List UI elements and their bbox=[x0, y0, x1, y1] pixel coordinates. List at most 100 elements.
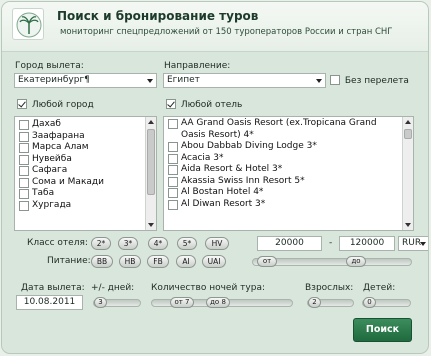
meal-label: Питание: bbox=[47, 256, 91, 266]
logo bbox=[12, 8, 44, 40]
checkbox[interactable] bbox=[19, 143, 29, 153]
header: Поиск и бронирование туров мониторинг сп… bbox=[2, 2, 428, 52]
scroll-down-icon[interactable] bbox=[146, 220, 156, 230]
city-item[interactable]: Хургада bbox=[15, 200, 144, 212]
no-flight-checkbox[interactable]: Без перелета bbox=[330, 75, 409, 86]
hotel-list-scrollbar[interactable] bbox=[402, 117, 413, 230]
city-item[interactable]: Таба bbox=[15, 188, 144, 200]
checkbox[interactable] bbox=[17, 99, 27, 109]
tour-search-widget: Поиск и бронирование туров мониторинг сп… bbox=[1, 1, 429, 354]
departure-label: Город вылета: bbox=[15, 61, 84, 71]
date-label: Дата вылета: bbox=[21, 283, 85, 293]
hotel-item-label: Al Diwan Resort 3* bbox=[181, 198, 266, 209]
city-item[interactable]: Сома и Макади bbox=[15, 177, 144, 189]
hotel-item-label: Abou Dabbab Diving Lodge 3* bbox=[181, 141, 317, 151]
checkbox[interactable] bbox=[168, 188, 178, 198]
checkbox[interactable] bbox=[19, 189, 29, 199]
page-subtitle: мониторинг спецпредложений от 150 туропе… bbox=[60, 27, 393, 37]
hotel-item-label: AA Grand Oasis Resort (ex.Tropicana Gran… bbox=[181, 118, 377, 140]
any-hotel-label: Любой отель bbox=[180, 99, 243, 110]
meal-hb-button[interactable]: HB bbox=[119, 255, 141, 268]
currency-select[interactable]: RUR bbox=[398, 236, 428, 251]
hotel-class-label: Класс отеля: bbox=[27, 238, 88, 248]
meal-bb-button[interactable]: BB bbox=[91, 255, 113, 268]
chevron-down-icon bbox=[316, 79, 322, 83]
hotel-list[interactable]: AA Grand Oasis Resort (ex.Tropicana Gran… bbox=[163, 116, 414, 231]
hotel-item[interactable]: Aida Resort & Hotel 3* bbox=[164, 164, 401, 176]
nights-from-handle[interactable]: от 7 bbox=[170, 297, 194, 308]
hotel-item-label: Acacia 3* bbox=[181, 152, 224, 163]
scrollbar-thumb[interactable] bbox=[147, 129, 155, 195]
nights-label: Количество ночей тура: bbox=[151, 283, 265, 293]
city-item-label: Нувейба bbox=[32, 153, 72, 164]
scroll-down-icon[interactable] bbox=[403, 220, 413, 230]
city-list-scrollbar[interactable] bbox=[145, 117, 156, 230]
class-5-button[interactable]: 5* bbox=[177, 237, 197, 250]
hotel-item[interactable]: AA Grand Oasis Resort (ex.Tropicana Gran… bbox=[164, 118, 401, 141]
city-item[interactable]: Заафарана bbox=[15, 131, 144, 143]
hotel-item[interactable]: Al Bostan Hotel 4* bbox=[164, 187, 401, 199]
checkbox[interactable] bbox=[19, 154, 29, 165]
scroll-up-icon[interactable] bbox=[403, 117, 413, 127]
search-button[interactable]: Поиск bbox=[353, 318, 412, 342]
checkbox[interactable] bbox=[19, 131, 29, 142]
class-hv-button[interactable]: HV bbox=[205, 237, 229, 250]
meal-uai-button[interactable]: UAI bbox=[202, 255, 226, 268]
checkbox[interactable] bbox=[168, 153, 178, 164]
checkbox[interactable] bbox=[168, 119, 178, 129]
city-item-label: Марса Алам bbox=[32, 142, 89, 152]
checkbox[interactable] bbox=[168, 142, 178, 152]
checkbox[interactable] bbox=[19, 120, 29, 130]
city-item-label: Заафарана bbox=[32, 130, 85, 141]
checkbox[interactable] bbox=[168, 176, 178, 187]
days-slider-handle[interactable]: 3 bbox=[94, 297, 107, 308]
checkbox[interactable] bbox=[19, 200, 29, 211]
departure-select[interactable]: Екатеринбург¶ bbox=[14, 73, 157, 88]
meal-ai-button[interactable]: AI bbox=[176, 255, 196, 268]
plus-minus-label: +/- дней: bbox=[91, 283, 135, 293]
chevron-down-icon bbox=[420, 242, 426, 246]
any-city-checkbox[interactable]: Любой город bbox=[17, 99, 94, 110]
checkbox[interactable] bbox=[168, 165, 178, 175]
departure-value: Екатеринбург¶ bbox=[18, 75, 90, 85]
checkbox[interactable] bbox=[330, 75, 340, 85]
price-dash: - bbox=[329, 238, 333, 248]
scroll-up-icon[interactable] bbox=[146, 117, 156, 127]
nights-to-handle[interactable]: до 8 bbox=[206, 297, 230, 308]
class-2-button[interactable]: 2* bbox=[91, 237, 111, 250]
price-from-input[interactable]: 20000 bbox=[257, 236, 322, 251]
hotel-item[interactable]: Akassia Swiss Inn Resort 5* bbox=[164, 176, 401, 188]
checkbox[interactable] bbox=[19, 166, 29, 176]
hotel-item[interactable]: Abou Dabbab Diving Lodge 3* bbox=[164, 141, 401, 153]
city-item[interactable]: Дахаб bbox=[15, 119, 144, 131]
city-item[interactable]: Нувейба bbox=[15, 154, 144, 166]
price-slider-to-handle[interactable]: до bbox=[346, 256, 366, 267]
destination-select[interactable]: Египет bbox=[163, 73, 326, 88]
city-item-label: Сафага bbox=[32, 165, 68, 175]
chevron-down-icon bbox=[147, 79, 153, 83]
meal-fb-button[interactable]: FB bbox=[147, 255, 169, 268]
hotel-item[interactable]: Acacia 3* bbox=[164, 153, 401, 165]
price-slider-from-handle[interactable]: от bbox=[257, 256, 277, 267]
city-list[interactable]: Дахаб Заафарана Марса Алам Нувейба Сафага Сом… bbox=[14, 116, 157, 231]
checkbox[interactable] bbox=[168, 199, 178, 210]
city-item-label: Таба bbox=[32, 188, 55, 198]
children-slider-handle[interactable]: 0 bbox=[363, 297, 376, 308]
class-4-button[interactable]: 4* bbox=[148, 237, 168, 250]
class-3-button[interactable]: 3* bbox=[118, 237, 138, 250]
checkbox[interactable] bbox=[166, 99, 176, 109]
date-input[interactable]: 10.08.2011 bbox=[16, 295, 83, 310]
destination-value: Египет bbox=[167, 75, 200, 85]
city-item[interactable]: Марса Алам bbox=[15, 142, 144, 154]
scrollbar-thumb[interactable] bbox=[404, 129, 412, 139]
checkbox[interactable] bbox=[19, 177, 29, 188]
palm-logo-icon bbox=[16, 12, 42, 38]
price-to-input[interactable]: 120000 bbox=[339, 236, 395, 251]
city-item[interactable]: Сафага bbox=[15, 165, 144, 177]
adults-slider-handle[interactable]: 2 bbox=[308, 297, 321, 308]
page-title: Поиск и бронирование туров bbox=[57, 9, 259, 23]
hotel-item[interactable]: Al Diwan Resort 3* bbox=[164, 199, 401, 211]
hotel-item-label: Aida Resort & Hotel 3* bbox=[181, 164, 283, 174]
destination-label: Направление: bbox=[164, 61, 231, 71]
any-hotel-checkbox[interactable]: Любой отель bbox=[166, 99, 242, 110]
